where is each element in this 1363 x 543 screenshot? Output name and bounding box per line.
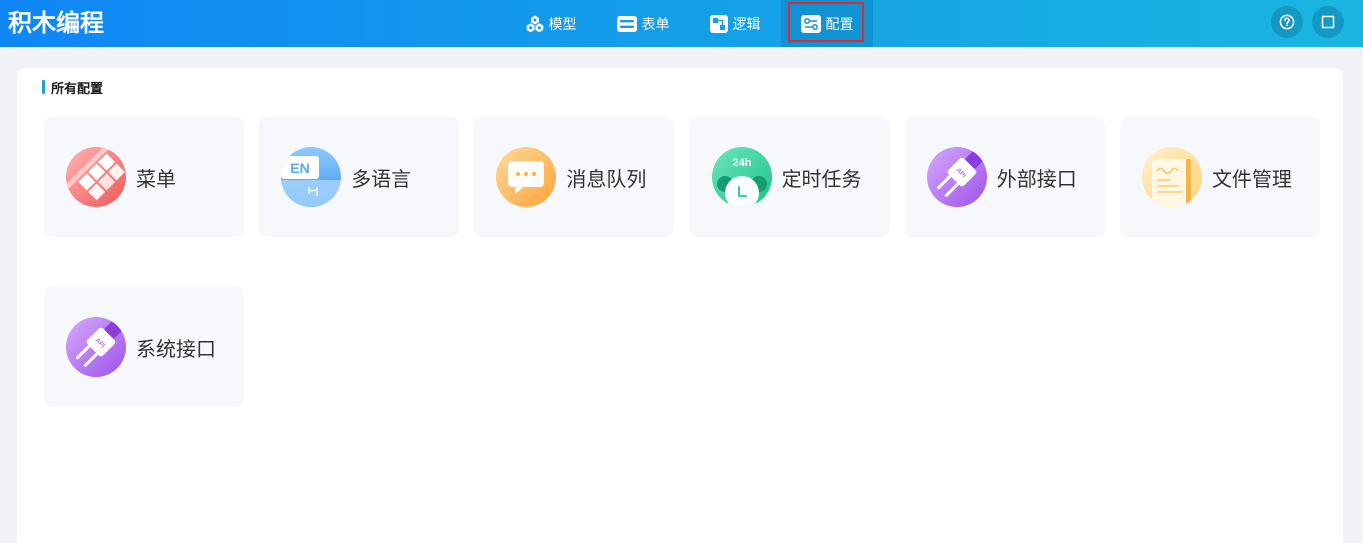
- config-card-language[interactable]: EN 多语言: [259, 117, 460, 237]
- help-button[interactable]: [1271, 6, 1303, 38]
- section-title-marker: [42, 80, 45, 94]
- section-title: 所有配置: [42, 79, 104, 96]
- language-icon: EN: [281, 147, 342, 207]
- config-panel: 所有配置 菜单 EN 多语言 消息队列 24h 定时任务 API 外部接口 文件…: [17, 68, 1343, 543]
- form-icon: [616, 15, 637, 32]
- config-card-grid: 菜单 EN 多语言 消息队列 24h 定时任务 API 外部接口 文件管理 AP…: [44, 117, 1320, 407]
- menu-icon: [66, 147, 126, 207]
- logic-icon: [709, 14, 728, 33]
- nav-label: 表单: [641, 15, 670, 32]
- nav-item-model[interactable]: 模型: [505, 0, 597, 47]
- header-actions: [1271, 6, 1344, 38]
- nav-item-config[interactable]: 配置: [781, 0, 873, 47]
- card-label: 外部接口: [996, 168, 1077, 191]
- help-icon: [1279, 14, 1295, 30]
- section-title-text: 所有配置: [51, 80, 104, 96]
- cubes-icon: [526, 15, 543, 32]
- message-icon: [496, 147, 557, 207]
- top-nav-bar: 积木编程 模型 表单 逻辑 配置: [0, 0, 1363, 47]
- main-nav: 模型 表单 逻辑 配置: [505, 0, 873, 47]
- file-icon: [1141, 147, 1202, 207]
- plug-icon: API: [926, 147, 987, 207]
- config-card-scheduled-task[interactable]: 24h 定时任务: [689, 117, 890, 237]
- maximize-icon: [1321, 15, 1335, 29]
- config-card-external-api[interactable]: API 外部接口: [904, 117, 1105, 237]
- card-label: 多语言: [351, 168, 412, 191]
- config-icon: [800, 14, 821, 33]
- nav-label: 配置: [825, 15, 854, 32]
- card-label: 菜单: [136, 168, 176, 191]
- nav-label: 逻辑: [732, 15, 761, 32]
- plug-icon: API: [66, 317, 126, 377]
- card-label: 文件管理: [1211, 168, 1292, 191]
- nav-item-form[interactable]: 表单: [597, 0, 689, 47]
- config-card-message-queue[interactable]: 消息队列: [474, 117, 675, 237]
- nav-item-logic[interactable]: 逻辑: [689, 0, 781, 47]
- language-icon-text: EN: [290, 160, 309, 176]
- nav-label: 模型: [548, 15, 577, 32]
- config-card-file-management[interactable]: 文件管理: [1119, 117, 1320, 237]
- config-card-system-api[interactable]: API 系统接口: [44, 287, 244, 407]
- app-title: 积木编程: [8, 10, 104, 37]
- card-label: 定时任务: [781, 168, 862, 191]
- config-card-menu[interactable]: 菜单: [44, 117, 244, 237]
- clock-icon: 24h: [711, 147, 772, 207]
- clock-icon-text: 24h: [732, 157, 751, 169]
- maximize-button[interactable]: [1312, 6, 1344, 38]
- card-label: 系统接口: [136, 338, 216, 361]
- card-label: 消息队列: [566, 168, 647, 191]
